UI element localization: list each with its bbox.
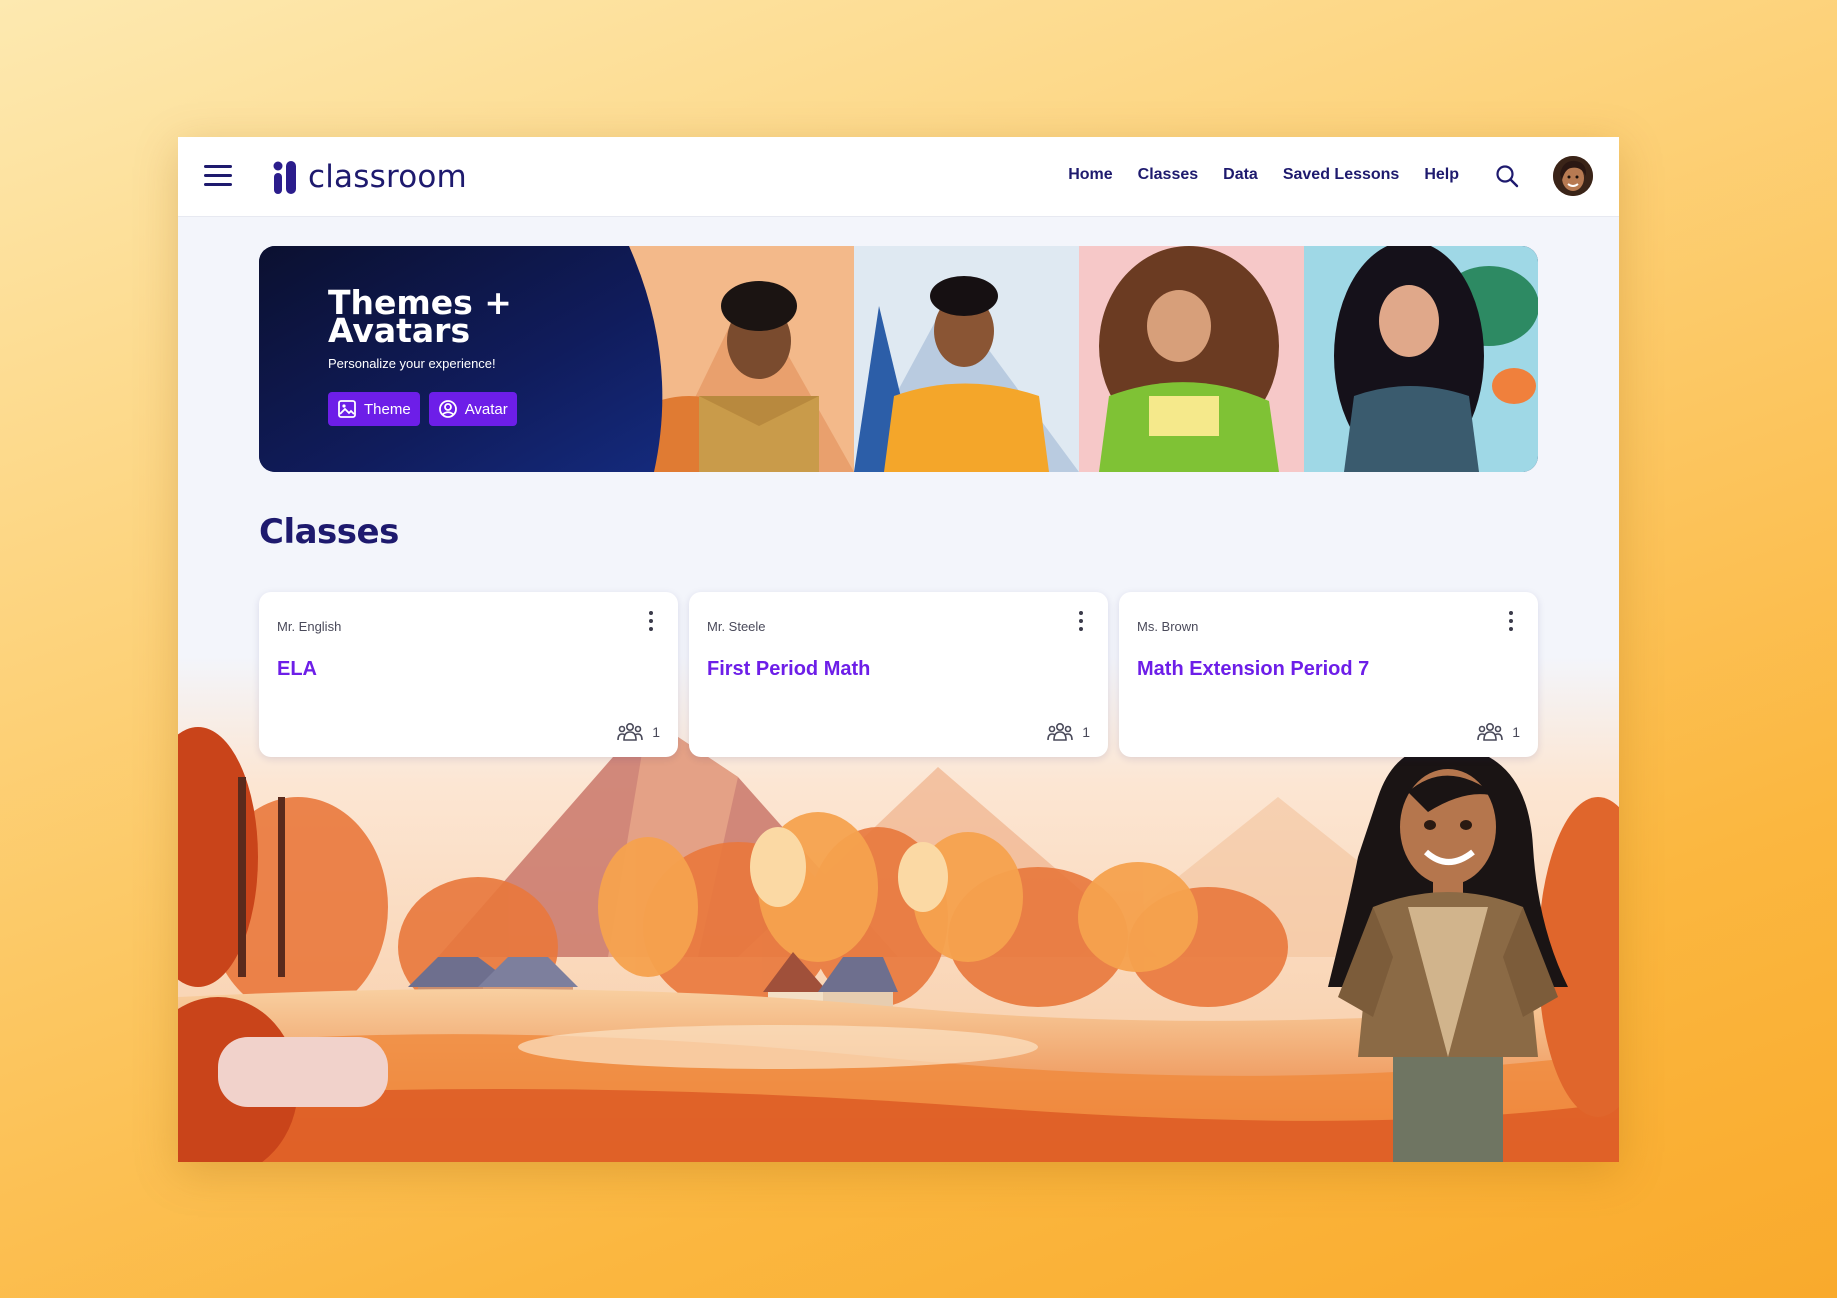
nav-help[interactable]: Help — [1424, 166, 1459, 184]
banner-actions: Theme Avatar — [328, 392, 517, 426]
more-vertical-icon[interactable] — [1506, 609, 1516, 633]
banner-subtitle: Personalize your experience! — [328, 356, 496, 371]
people-group-icon — [617, 722, 644, 741]
banner-title: Themes + Avatars — [328, 286, 512, 347]
nav-saved-lessons[interactable]: Saved Lessons — [1283, 166, 1400, 184]
avatar-button[interactable]: Avatar — [428, 392, 517, 426]
class-teacher: Ms. Brown — [1137, 619, 1199, 634]
student-count-value: 1 — [1082, 724, 1090, 740]
nav-home[interactable]: Home — [1068, 166, 1112, 184]
people-group-icon — [1477, 722, 1504, 741]
class-teacher: Mr. Steele — [707, 619, 766, 634]
student-count: 1 — [1477, 722, 1520, 742]
top-navigation-bar: classroom Home Classes Data Saved Lesson… — [178, 137, 1619, 217]
nav-data[interactable]: Data — [1223, 166, 1258, 184]
class-teacher: Mr. English — [277, 619, 342, 634]
people-group-icon — [1047, 722, 1074, 741]
user-avatar[interactable] — [1553, 156, 1593, 196]
image-icon — [338, 400, 356, 418]
banner-characters-artwork — [629, 246, 1538, 472]
main-nav: Home Classes Data Saved Lessons Help — [1068, 166, 1459, 184]
student-count: 1 — [1047, 722, 1090, 742]
logo-mark-icon — [273, 161, 296, 194]
search-icon[interactable] — [1494, 163, 1520, 189]
classroom-logo[interactable]: classroom — [273, 159, 467, 195]
student-count-value: 1 — [1512, 724, 1520, 740]
class-card-first-period-math[interactable]: Mr. Steele First Period Math 1 — [689, 592, 1108, 757]
nav-classes[interactable]: Classes — [1138, 166, 1199, 184]
theme-button[interactable]: Theme — [328, 392, 420, 426]
class-name[interactable]: ELA — [277, 658, 317, 681]
class-name[interactable]: First Period Math — [707, 658, 870, 681]
hamburger-menu-icon[interactable] — [204, 165, 232, 187]
theme-button-label: Theme — [364, 400, 411, 418]
logo-text: classroom — [308, 159, 467, 195]
class-card-ela[interactable]: Mr. English ELA 1 — [259, 592, 678, 757]
user-avatar-image — [1553, 156, 1593, 196]
student-count-value: 1 — [652, 724, 660, 740]
page-title: Classes — [259, 512, 399, 552]
student-count: 1 — [617, 722, 660, 742]
class-card-math-extension-period-7[interactable]: Ms. Brown Math Extension Period 7 1 — [1119, 592, 1538, 757]
avatar-button-label: Avatar — [464, 400, 508, 418]
more-vertical-icon[interactable] — [646, 609, 656, 633]
more-vertical-icon[interactable] — [1076, 609, 1086, 633]
app-window: classroom Home Classes Data Saved Lesson… — [178, 137, 1619, 1162]
themes-avatars-banner: Themes + Avatars Personalize your experi… — [259, 246, 1538, 472]
user-circle-icon — [438, 400, 457, 418]
class-name[interactable]: Math Extension Period 7 — [1137, 658, 1369, 681]
